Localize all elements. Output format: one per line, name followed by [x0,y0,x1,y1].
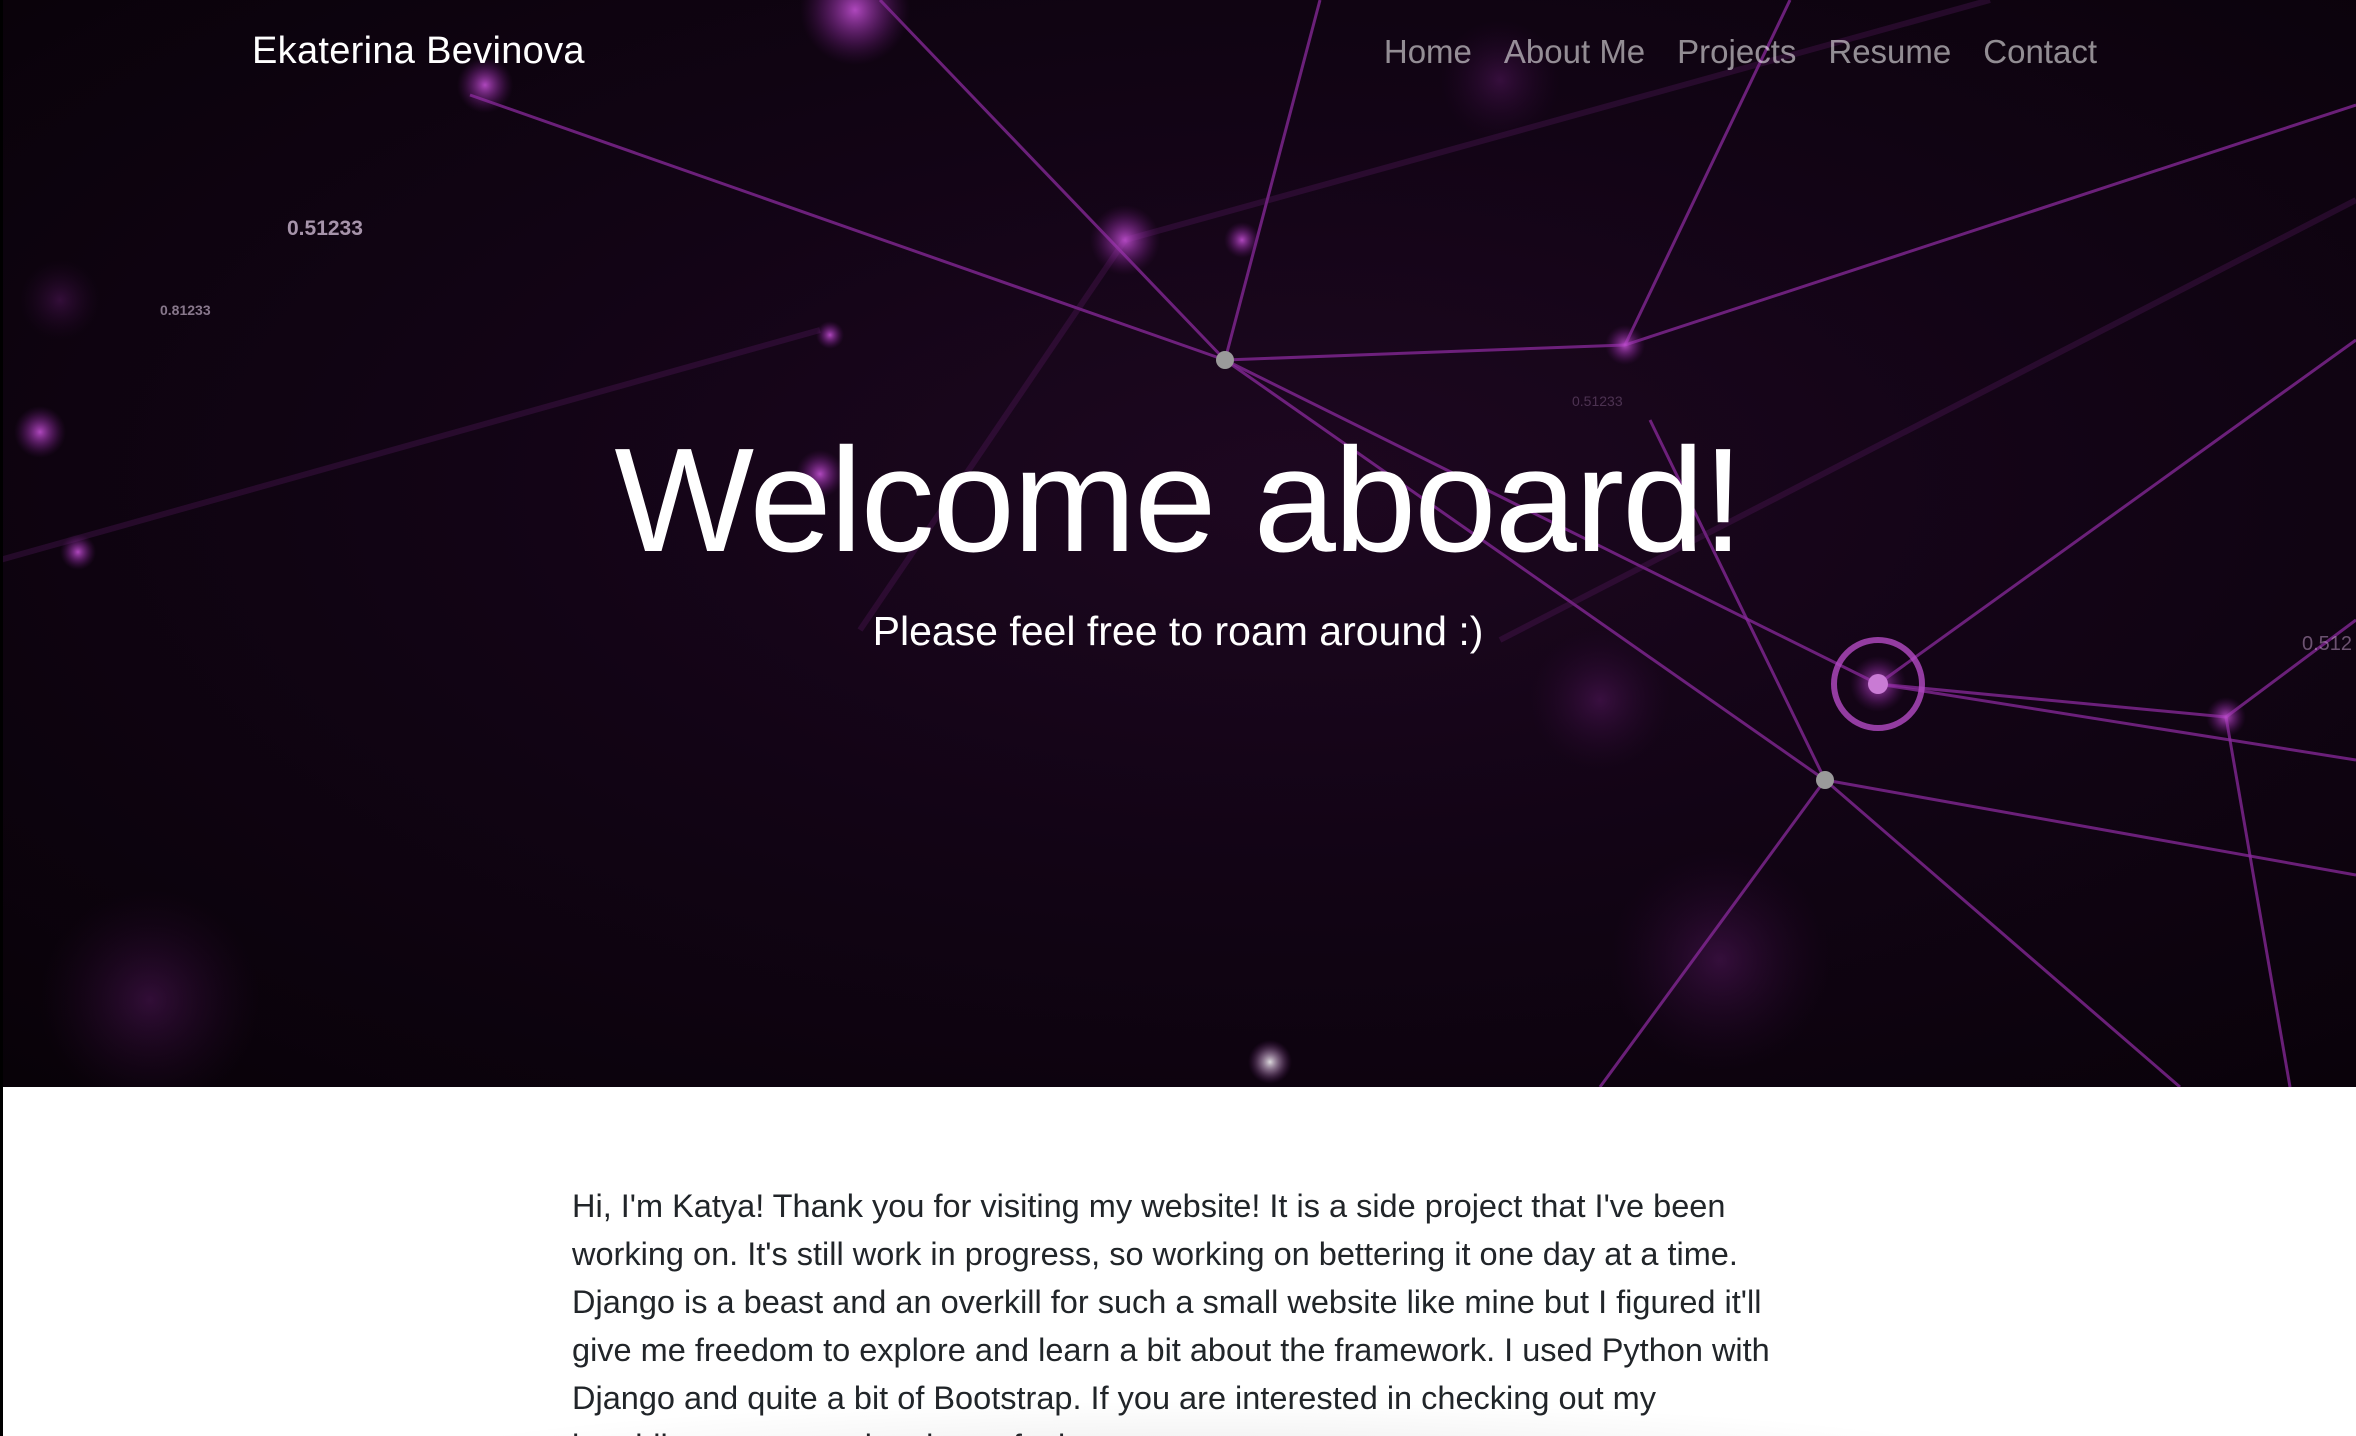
nav-link-projects[interactable]: Projects [1661,33,1812,71]
decor-number: 0.51233 [287,217,363,240]
decor-number: 0.81233 [160,302,211,318]
hero-section: 0.51233 0.81233 0.51233 0.512 Ekaterina … [0,0,2356,1087]
nav-link-contact[interactable]: Contact [1967,33,2097,71]
decor-number: 0.51233 [1572,393,1623,409]
page: 0.51233 0.81233 0.51233 0.512 Ekaterina … [0,0,2356,1436]
nav-link-about-me[interactable]: About Me [1488,33,1661,71]
nav-link-resume[interactable]: Resume [1812,33,1967,71]
window-edge [0,0,3,1436]
hero-subtitle: Please feel free to roam around :) [872,608,1484,654]
nav-link-home[interactable]: Home [1368,33,1488,71]
brand-link[interactable]: Ekaterina Bevinova [252,30,585,73]
navbar: Ekaterina Bevinova Home About Me Project… [0,0,2356,110]
nav-links: Home About Me Projects Resume Contact [1368,33,2097,71]
intro-paragraph: Hi, I'm Katya! Thank you for visiting my… [572,1188,1770,1436]
hero-title: Welcome aboard! [614,418,1743,583]
